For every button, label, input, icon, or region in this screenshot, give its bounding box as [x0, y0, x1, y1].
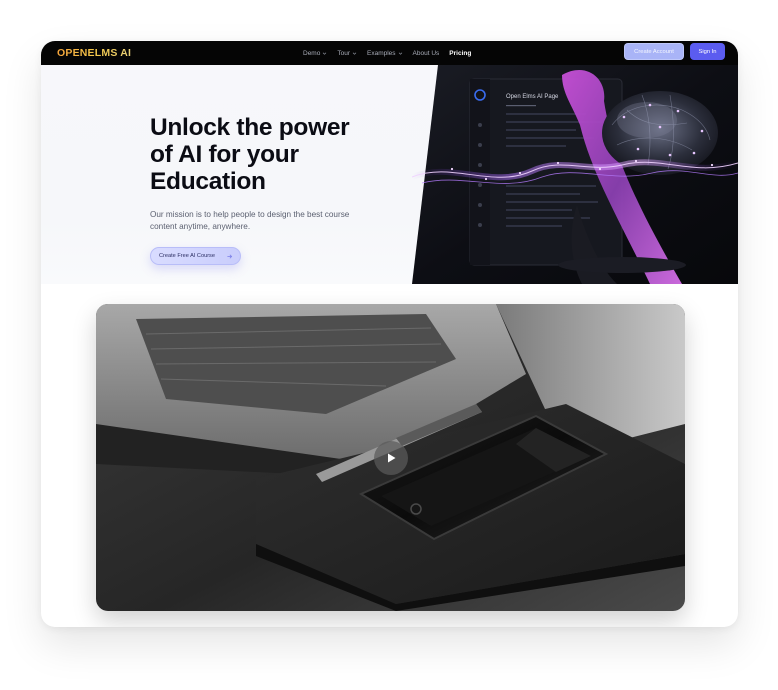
- hero-title-line: of AI for your: [150, 141, 299, 168]
- hero-subtitle-line: Our mission is to help people to design …: [150, 210, 350, 219]
- nav-link-examples[interactable]: Examples: [367, 50, 403, 57]
- nav-link-label: Tour: [337, 49, 350, 57]
- play-button[interactable]: [374, 441, 408, 475]
- sign-in-button[interactable]: Sign In: [690, 43, 725, 60]
- hero-section: Unlock the power of AI for your Educatio…: [41, 65, 738, 284]
- nav-link-tour[interactable]: Tour: [337, 50, 357, 57]
- hero-title: Unlock the power of AI for your Educatio…: [150, 114, 400, 195]
- nav-link-label: About Us: [412, 49, 440, 57]
- hero-subtitle: Our mission is to help people to design …: [150, 209, 400, 232]
- nav-link-label: Demo: [303, 49, 321, 57]
- nav-links: Demo Tour Examples About Us Pricing: [303, 41, 471, 65]
- nav-link-pricing[interactable]: Pricing: [449, 50, 471, 57]
- nav-link-label: Examples: [367, 49, 396, 57]
- top-navbar: OPENELMS AI Demo Tour Examples About Us …: [41, 41, 738, 65]
- ai-brain-illustration: Open Elms AI Page: [412, 65, 738, 284]
- nav-link-demo[interactable]: Demo: [303, 50, 327, 57]
- brand-logo[interactable]: OPENELMS AI: [57, 46, 131, 60]
- create-account-button[interactable]: Create Account: [624, 43, 684, 60]
- play-icon: [388, 453, 396, 463]
- cta-label: Create Free AI Course: [159, 253, 215, 259]
- chevron-down-icon: [352, 52, 357, 55]
- hero-title-line: Unlock the power: [150, 114, 350, 141]
- create-free-ai-course-button[interactable]: Create Free AI Course: [150, 247, 241, 265]
- chevron-down-icon: [398, 52, 402, 55]
- arrow-right-icon: [227, 254, 233, 259]
- page-card: OPENELMS AI Demo Tour Examples About Us …: [41, 41, 738, 627]
- nav-link-label: Pricing: [449, 49, 472, 57]
- illustration-panel-title: Open Elms AI Page: [506, 94, 559, 100]
- chevron-down-icon: [323, 52, 327, 55]
- hero-subtitle-line: content anytime, anywhere.: [150, 221, 251, 231]
- nav-link-about-us[interactable]: About Us: [413, 50, 440, 57]
- hero-title-line: Education: [150, 168, 266, 195]
